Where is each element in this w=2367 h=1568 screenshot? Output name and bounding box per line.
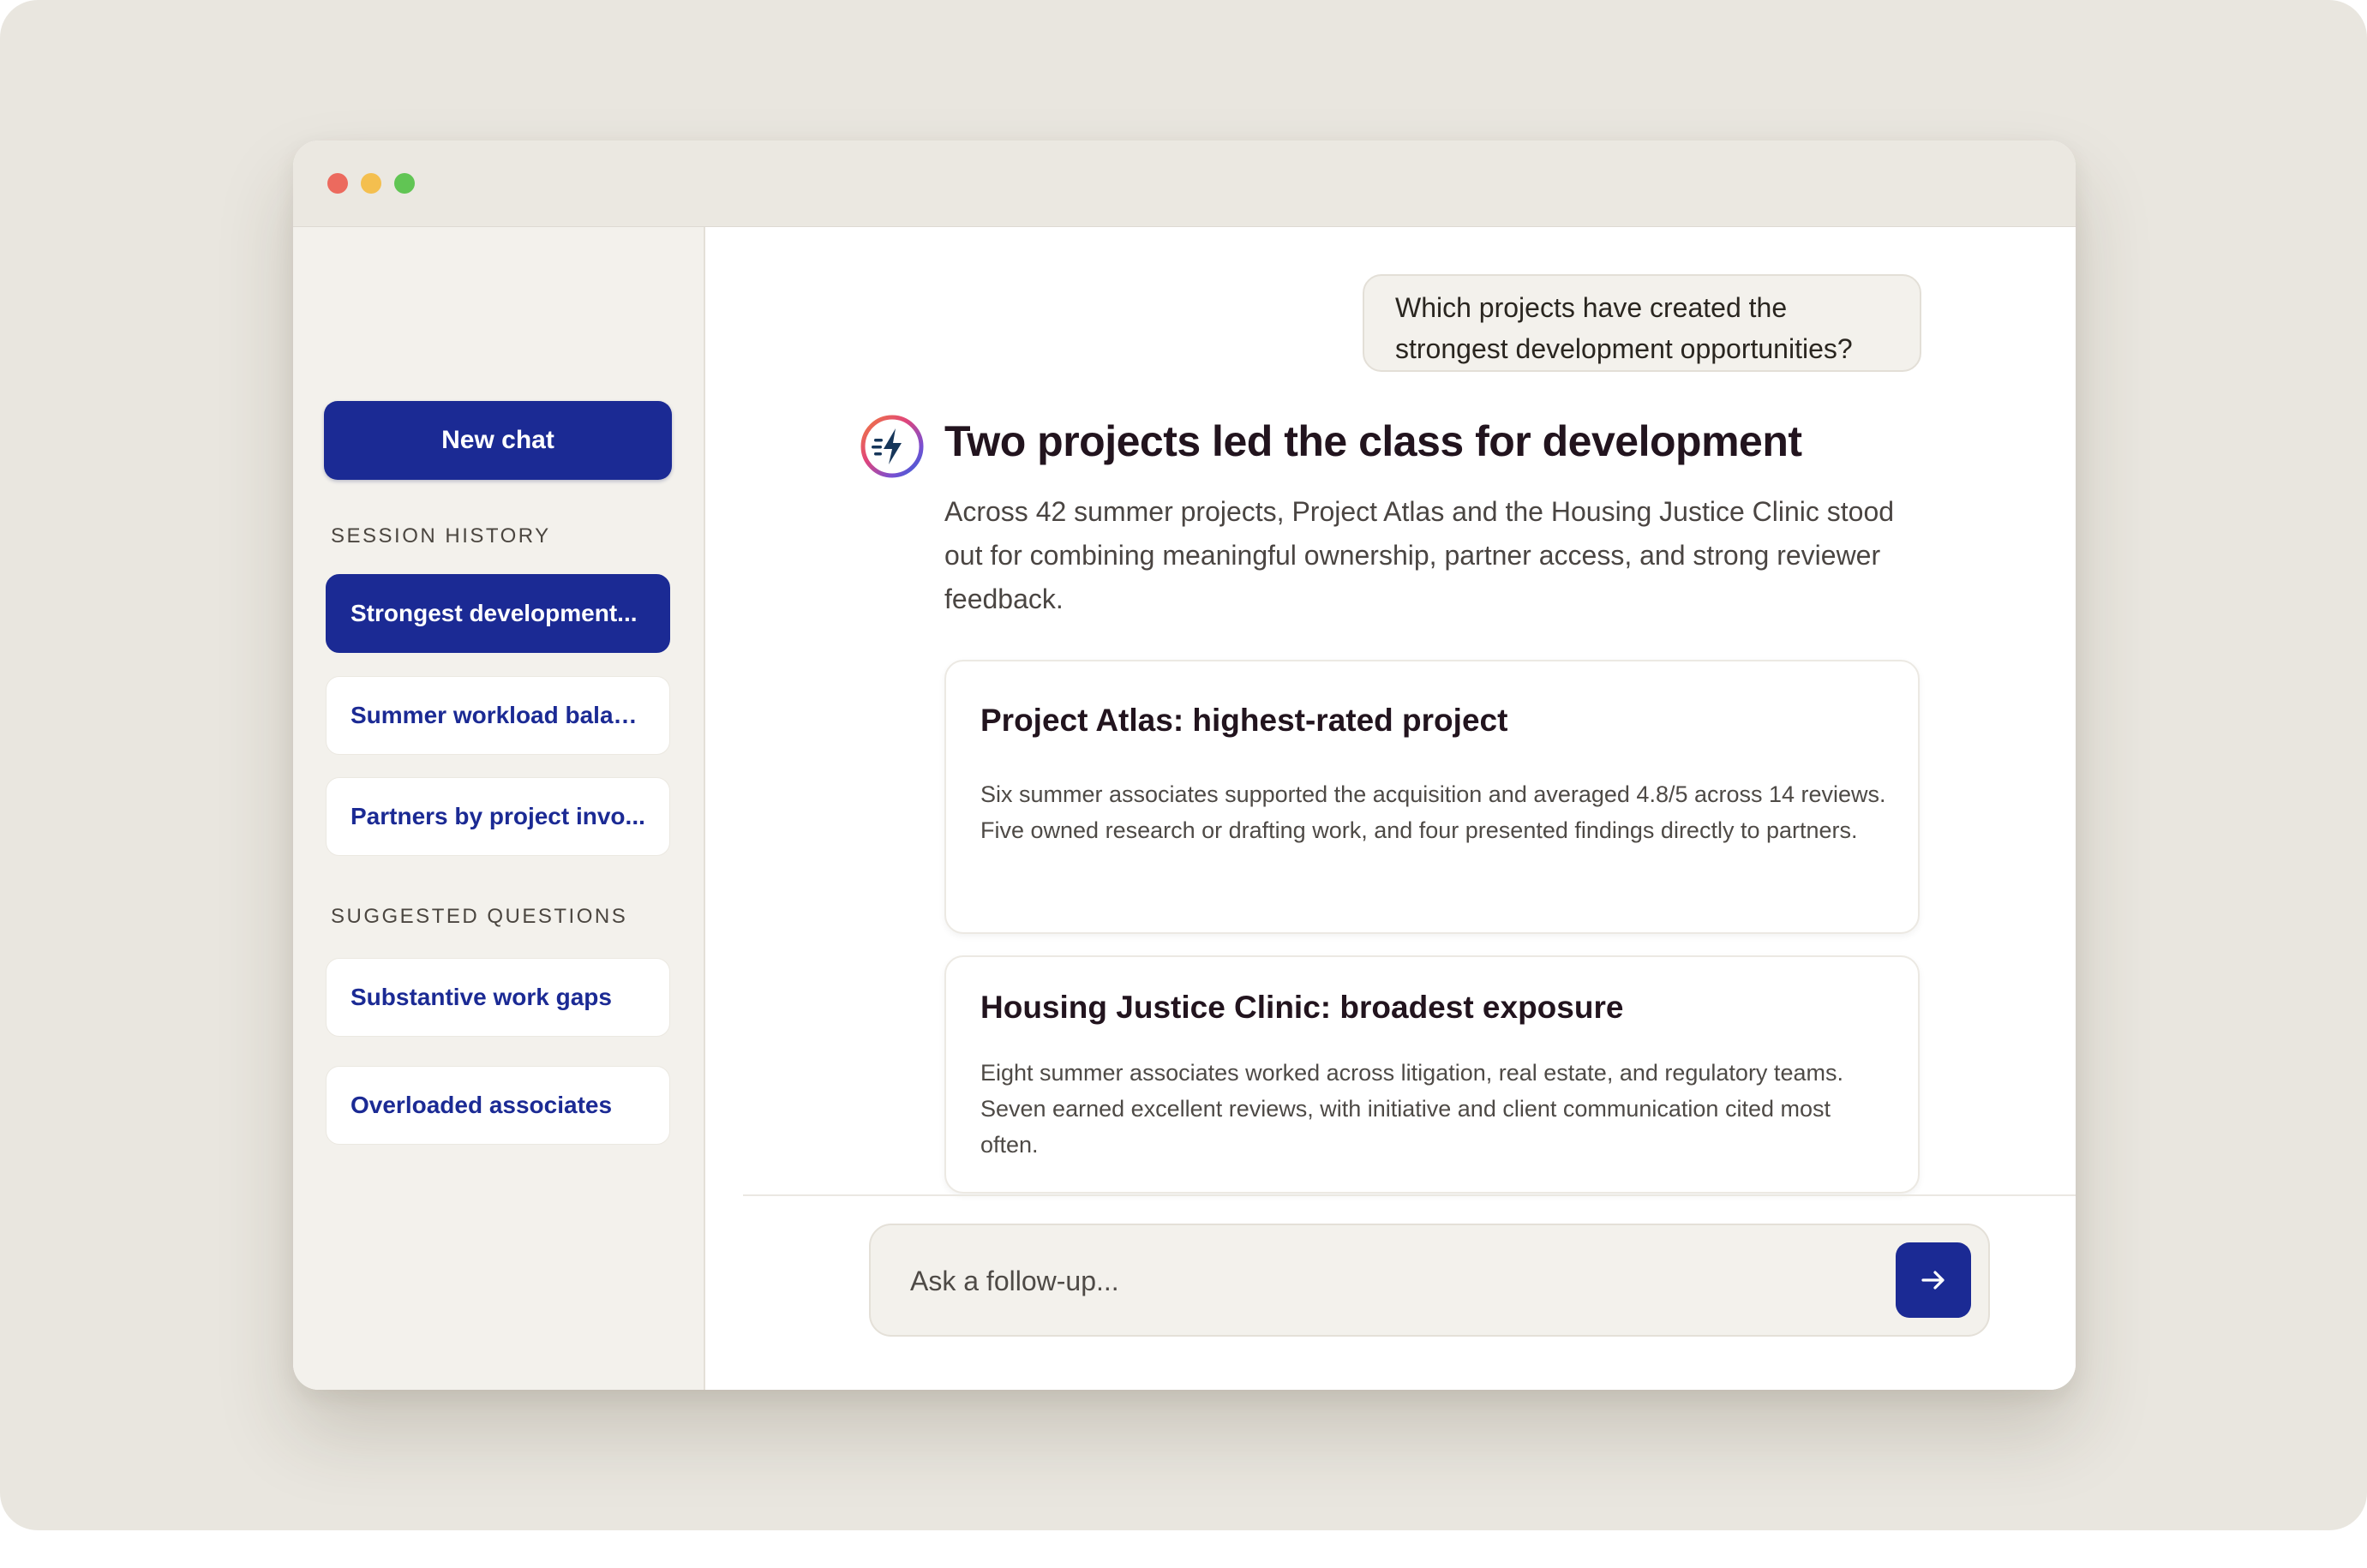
- card-body: Six summer associates supported the acqu…: [980, 781, 1886, 843]
- window-titlebar: [293, 141, 2076, 227]
- arrow-right-icon: [1921, 1271, 1945, 1290]
- maximize-window-button[interactable]: [394, 173, 415, 194]
- composer: [869, 1224, 1990, 1337]
- history-item-label: Partners by project invo...: [351, 803, 645, 829]
- suggested-item-label: Substantive work gaps: [351, 984, 612, 1010]
- send-button[interactable]: [1896, 1242, 1971, 1318]
- response-title: Two projects led the class for developme…: [944, 417, 1802, 465]
- minimize-window-button[interactable]: [361, 173, 381, 194]
- session-history-heading: SESSION HISTORY: [331, 524, 551, 548]
- suggested-item-overloaded-associates[interactable]: Overloaded associates: [326, 1066, 670, 1145]
- card-title: Project Atlas: highest-rated project: [980, 703, 1508, 738]
- finding-card-project-atlas: Project Atlas: highest-rated project Six…: [944, 660, 1920, 934]
- suggested-item-substantive-work-gaps[interactable]: Substantive work gaps: [326, 958, 670, 1037]
- new-chat-label: New chat: [441, 426, 554, 454]
- card-body: Eight summer associates worked across li…: [980, 1060, 1843, 1158]
- lightning-bolt-icon: [860, 415, 924, 478]
- suggested-questions-heading: SUGGESTED QUESTIONS: [331, 905, 628, 928]
- follow-up-input[interactable]: [908, 1256, 1855, 1306]
- suggested-item-label: Overloaded associates: [351, 1092, 613, 1118]
- history-item-strongest-development[interactable]: Strongest development...: [326, 574, 670, 653]
- user-message-bubble: Which projects have created the stronges…: [1363, 274, 1921, 372]
- history-item-summer-workload[interactable]: Summer workload balan...: [326, 676, 670, 755]
- new-chat-button[interactable]: New chat: [324, 401, 672, 480]
- sidebar: New chat SESSION HISTORY Strongest devel…: [293, 227, 705, 1390]
- history-item-label: Strongest development...: [351, 600, 638, 626]
- user-message-text: Which projects have created the stronges…: [1395, 292, 1853, 364]
- history-item-partners-by-project[interactable]: Partners by project invo...: [326, 777, 670, 856]
- finding-card-housing-justice-clinic: Housing Justice Clinic: broadest exposur…: [944, 955, 1920, 1194]
- composer-divider: [743, 1194, 2076, 1196]
- response-summary: Across 42 summer projects, Project Atlas…: [944, 496, 1895, 614]
- history-item-label: Summer workload balan...: [351, 702, 645, 728]
- desktop-background: New chat SESSION HISTORY Strongest devel…: [0, 0, 2367, 1530]
- card-title: Housing Justice Clinic: broadest exposur…: [980, 990, 1624, 1025]
- close-window-button[interactable]: [327, 173, 348, 194]
